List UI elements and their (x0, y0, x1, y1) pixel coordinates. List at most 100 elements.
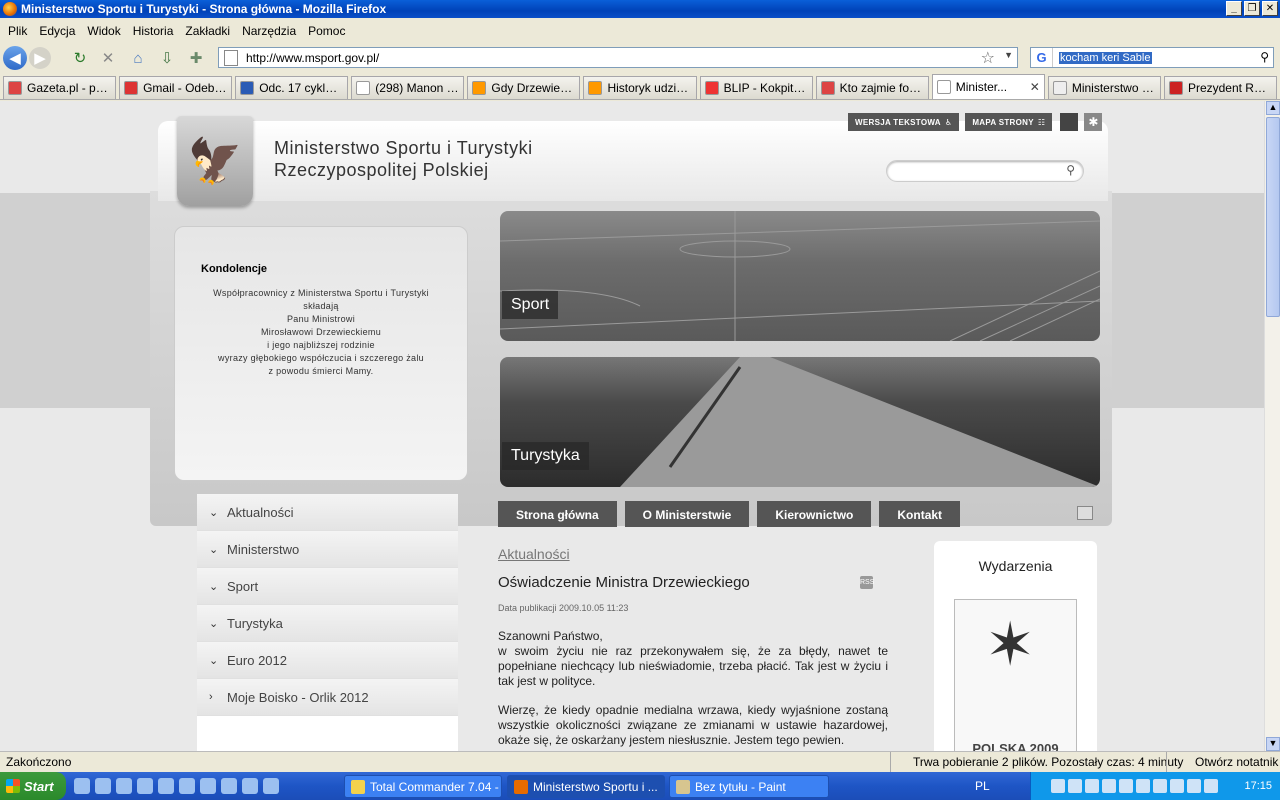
taskbar-window-button[interactable]: Total Commander 7.04 - ... (344, 775, 502, 798)
search-icon[interactable]: ⚲ (1260, 50, 1269, 64)
text-version-link[interactable]: WERSJA TEKSTOWA ♿ (848, 113, 960, 131)
tab-favicon-icon (124, 81, 139, 95)
tab-contact[interactable]: Kontakt (879, 501, 961, 527)
download-icon[interactable]: ⇩ (155, 46, 179, 70)
search-bar[interactable]: G kocham keri Sable ⚲ (1030, 47, 1274, 68)
side-menu-item-sport[interactable]: ⌄ Sport (197, 568, 458, 605)
reload-icon[interactable]: ↻ (68, 46, 92, 70)
browser-tab[interactable]: Gdy Drzewiecki... (467, 76, 581, 99)
quicklaunch-icon[interactable] (200, 778, 216, 794)
tab-about-ministry[interactable]: O Ministerstwie (624, 501, 750, 527)
tray-icon[interactable] (1102, 779, 1116, 793)
quicklaunch-icon[interactable] (95, 778, 111, 794)
tray-icon[interactable] (1068, 779, 1082, 793)
menu-help[interactable]: Pomoc (302, 24, 351, 38)
site-name[interactable]: Ministerstwo Sportu i Turystyki Rzeczypo… (274, 137, 533, 181)
forward-button[interactable]: ▶ (29, 47, 51, 69)
quicklaunch-icon[interactable] (263, 778, 279, 794)
print-icon[interactable] (1077, 506, 1093, 520)
side-menu-item-orlik[interactable]: › Moje Boisko - Orlik 2012 (197, 679, 458, 716)
quicklaunch-icon[interactable] (137, 778, 153, 794)
tray-icon[interactable] (1085, 779, 1099, 793)
start-button[interactable]: Start (0, 772, 66, 800)
tray-icon[interactable] (1136, 779, 1150, 793)
tray-icon[interactable] (1119, 779, 1133, 793)
google-search-engine-icon[interactable]: G (1031, 48, 1053, 67)
quicklaunch-icon[interactable] (179, 778, 195, 794)
browser-tab[interactable]: (298) Manon Fl... (351, 76, 465, 99)
bip-icon[interactable] (1060, 113, 1079, 131)
quicklaunch-icon[interactable] (116, 778, 132, 794)
tab-close-icon[interactable]: ✕ (1027, 80, 1040, 94)
browser-tab[interactable]: Prezydent RP L... (1163, 76, 1278, 99)
browser-tab[interactable]: Minister... ✕ (931, 74, 1045, 99)
site-search-input[interactable]: ⚲ (886, 160, 1084, 182)
menu-tools[interactable]: Narzędzia (236, 24, 302, 38)
quicklaunch-icon[interactable] (74, 778, 90, 794)
home-icon[interactable]: ⌂ (126, 46, 150, 70)
tray-icon[interactable] (1153, 779, 1167, 793)
quicklaunch-icon[interactable] (242, 778, 258, 794)
back-button[interactable]: ◀ (3, 46, 27, 70)
browser-tab[interactable]: Historyk udzieli... (583, 76, 697, 99)
browser-tab[interactable]: Gmail - Odebra... (119, 76, 233, 99)
browser-tab[interactable]: Kto zajmie fote... (815, 76, 929, 99)
taskbar-window-button[interactable]: Ministerstwo Sportu i ... (507, 775, 665, 798)
side-menu-item-ministerstwo[interactable]: ⌄ Ministerstwo (197, 531, 458, 568)
window-titlebar: Ministerstwo Sportu i Turystyki - Strona… (0, 0, 1280, 18)
browser-tab[interactable]: BLIP - Kokpit u... (699, 76, 813, 99)
clock[interactable]: 17:15 (1244, 780, 1272, 792)
browser-tab[interactable]: Ministerstwo S... (1047, 76, 1161, 99)
language-indicator[interactable]: PL (975, 779, 990, 793)
tab-home[interactable]: Strona główna (498, 501, 617, 527)
tray-icon[interactable] (1204, 779, 1218, 793)
scroll-thumb[interactable] (1266, 117, 1280, 317)
side-menu-label: Ministerstwo (227, 541, 300, 557)
tray-icon[interactable] (1051, 779, 1065, 793)
minimize-button[interactable]: _ (1226, 1, 1242, 16)
tray-icon[interactable] (1170, 779, 1184, 793)
menu-view[interactable]: Widok (81, 24, 126, 38)
quicklaunch-icon[interactable] (158, 778, 174, 794)
side-menu-item-euro-2012[interactable]: ⌄ Euro 2012 (197, 642, 458, 679)
sitemap-link[interactable]: MAPA STRONY ☷ (965, 113, 1053, 131)
events-title: Wydarzenia (978, 558, 1053, 574)
rss-icon[interactable]: RSS (860, 576, 874, 589)
eagle-emblem-icon[interactable]: 🦅 (177, 116, 253, 206)
article-category-link[interactable]: Aktualności (498, 546, 888, 562)
maximize-button[interactable]: ❐ (1244, 1, 1260, 16)
close-button[interactable]: ✕ (1262, 1, 1278, 16)
open-notepad-link[interactable]: Otwórz notatnik (1166, 751, 1278, 773)
tray-icon[interactable] (1187, 779, 1201, 793)
browser-tab[interactable]: Gazeta.pl - por... (3, 76, 117, 99)
search-input[interactable]: kocham keri Sable (1059, 51, 1152, 64)
menu-history[interactable]: Historia (127, 24, 180, 38)
uk-flag-icon[interactable]: ✱ (1084, 113, 1103, 131)
tab-leadership[interactable]: Kierownictwo (757, 501, 872, 527)
dropdown-arrow-icon[interactable]: ▼ (1004, 50, 1013, 60)
quicklaunch-icon[interactable] (221, 778, 237, 794)
vertical-scrollbar[interactable]: ▲ ▼ (1264, 101, 1280, 751)
side-menu-item-aktualnosci[interactable]: ⌄ Aktualności (197, 494, 458, 531)
menu-bookmarks[interactable]: Zakładki (179, 24, 236, 38)
menu-edit[interactable]: Edycja (33, 24, 81, 38)
menu-file[interactable]: Plik (2, 24, 33, 38)
events-image[interactable]: ✶ POLSKA 2009 (954, 599, 1077, 751)
condolences-title: Kondolencje (201, 263, 268, 275)
scroll-down-arrow-icon[interactable]: ▼ (1266, 737, 1280, 751)
side-menu-item-turystyka[interactable]: ⌄ Turystyka (197, 605, 458, 642)
sport-banner[interactable]: Sport (500, 211, 1100, 341)
download-status[interactable]: Trwa pobieranie 2 plików. Pozostały czas… (890, 751, 1183, 773)
scroll-up-arrow-icon[interactable]: ▲ (1266, 101, 1280, 115)
site-search-icon[interactable]: ⚲ (1066, 163, 1075, 177)
side-menu-label: Sport (227, 578, 259, 594)
stop-icon[interactable]: ✕ (96, 46, 120, 70)
tourism-banner[interactable]: Turystyka (500, 357, 1100, 487)
addon-icon[interactable]: ✚ (184, 46, 208, 70)
tab-favicon-icon (240, 81, 255, 95)
tab-label: Kto zajmie fote... (839, 81, 924, 95)
browser-tab[interactable]: Odc. 17 cyklu '... (235, 76, 349, 99)
url-bar[interactable]: http://www.msport.gov.pl/ ☆ ▼ (218, 47, 1018, 68)
taskbar-window-button[interactable]: Bez tytułu - Paint (669, 775, 829, 798)
bookmark-star-icon[interactable]: ☆ (981, 48, 995, 68)
